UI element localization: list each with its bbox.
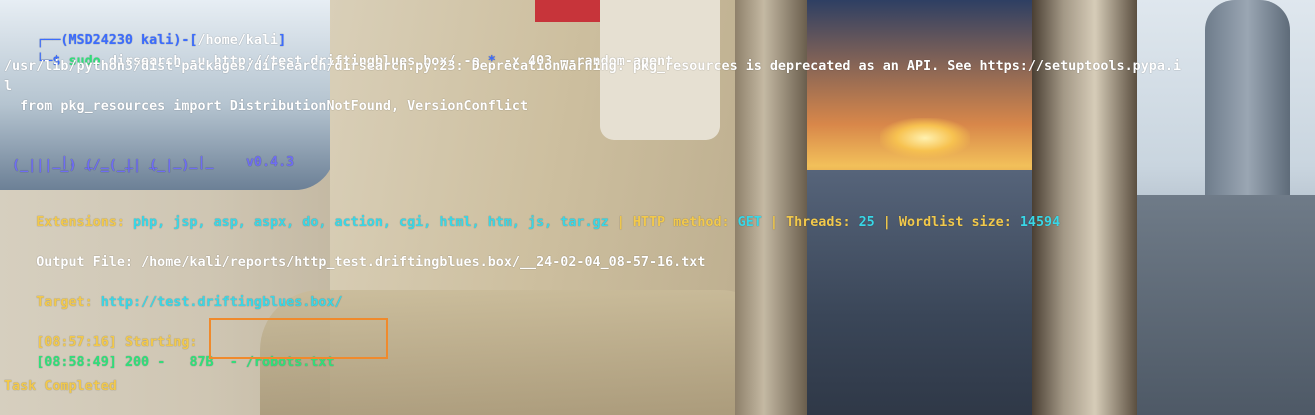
config-separator: |: [616, 215, 625, 230]
extensions-label: Extensions:: [36, 215, 125, 230]
target-url: http://test.driftingblues.box/: [100, 295, 343, 310]
warning-line-2: l: [4, 79, 13, 94]
warning-line-1: /usr/lib/python3/dist-packages/dirsearch…: [4, 59, 1182, 74]
http-method-label: HTTP method:: [632, 215, 730, 230]
result-time: [08:58:49]: [36, 355, 117, 370]
output-file-label: Output File:: [36, 255, 133, 270]
threads-value: 25: [858, 215, 875, 230]
result-highlight-box: [209, 318, 388, 359]
warning-line-3: from pkg_resources import DistributionNo…: [4, 99, 529, 114]
wordlist-label: Wordlist size:: [898, 215, 1012, 230]
task-completed: Task Completed: [4, 379, 117, 394]
threads-label: Threads:: [786, 215, 851, 230]
banner-art-bottom: (_||| _) (/_(_|| (_| ): [4, 158, 190, 173]
terminal-output[interactable]: ┌──(MSD24230 kali)-[/home/kali] └─$ sudo…: [0, 0, 1315, 415]
http-method-value: GET: [737, 215, 762, 230]
config-separator: |: [769, 215, 778, 230]
config-separator: |: [882, 215, 891, 230]
banner-version: v0.4.3: [245, 155, 295, 170]
result-status: 200: [124, 355, 150, 370]
wordlist-value: 14594: [1019, 215, 1061, 230]
extensions-value: php, jsp, asp, aspx, do, action, cgi, ht…: [133, 215, 609, 230]
target-label: Target:: [36, 295, 93, 310]
result-separator: -: [157, 355, 166, 370]
output-file-path: /home/kali/reports/http_test.driftingblu…: [141, 255, 706, 270]
